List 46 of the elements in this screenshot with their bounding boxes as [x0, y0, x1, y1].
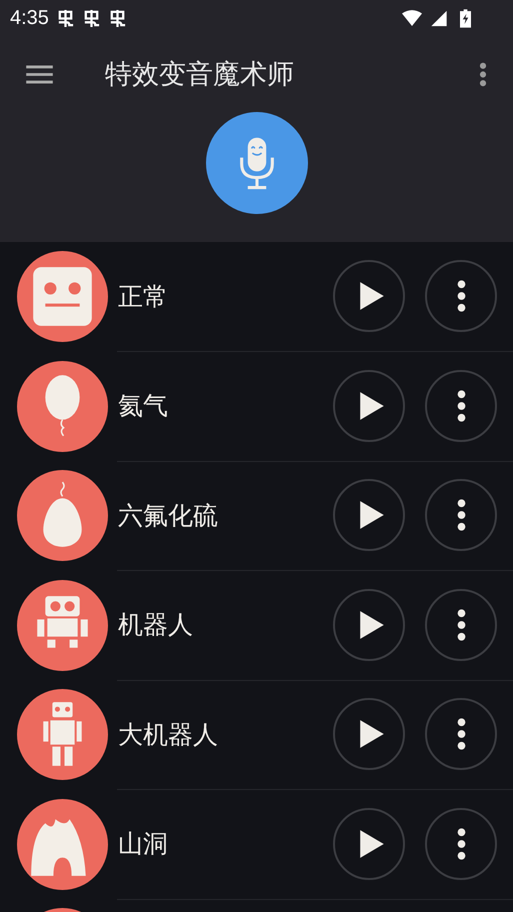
notification-icon: [56, 8, 75, 28]
play-icon: [359, 500, 385, 530]
more-options-icon: [456, 280, 466, 312]
play-button[interactable]: [333, 808, 405, 880]
more-options-icon: [456, 828, 466, 860]
robot-icon: [17, 580, 108, 671]
effect-name: 正常: [118, 280, 169, 313]
effect-name: 六氟化硫: [118, 500, 219, 532]
play-icon: [359, 390, 385, 421]
options-button[interactable]: [425, 698, 497, 770]
notification-icon: [108, 8, 127, 28]
egg-icon: [17, 470, 108, 562]
tall-robot-icon: [17, 689, 108, 780]
menu-icon[interactable]: [26, 64, 53, 84]
options-button[interactable]: [425, 370, 497, 442]
play-icon: [359, 610, 385, 640]
play-icon: [359, 828, 385, 859]
effect-name: 机器人: [118, 609, 194, 642]
options-button[interactable]: [425, 260, 497, 332]
options-button[interactable]: [425, 479, 497, 552]
robot-face-icon: [17, 251, 108, 342]
play-button[interactable]: [333, 479, 405, 552]
more-options-icon: [456, 390, 466, 422]
effect-name: 氦气: [118, 390, 169, 422]
play-button[interactable]: [333, 588, 405, 661]
more-options-icon: [456, 499, 466, 532]
play-button[interactable]: [333, 370, 405, 442]
notification-icon: [82, 8, 101, 28]
more-options-icon[interactable]: [479, 62, 487, 86]
status-time: 4:35: [10, 6, 49, 30]
play-icon: [359, 281, 385, 312]
play-button[interactable]: [333, 260, 405, 332]
cave-icon: [17, 798, 108, 890]
more-options-icon: [456, 718, 466, 750]
balloon-icon: [17, 360, 108, 452]
wifi-icon: [402, 10, 422, 26]
options-button[interactable]: [425, 808, 497, 880]
options-button[interactable]: [425, 588, 497, 661]
more-options-icon: [456, 608, 466, 641]
play-button[interactable]: [333, 698, 405, 770]
effect-name: 大机器人: [118, 718, 219, 751]
effect-name: 山洞: [118, 828, 169, 860]
play-icon: [359, 719, 385, 750]
app-title: 特效变音魔术师: [105, 58, 295, 92]
battery-icon: [460, 8, 471, 28]
signal-icon: [429, 10, 449, 26]
